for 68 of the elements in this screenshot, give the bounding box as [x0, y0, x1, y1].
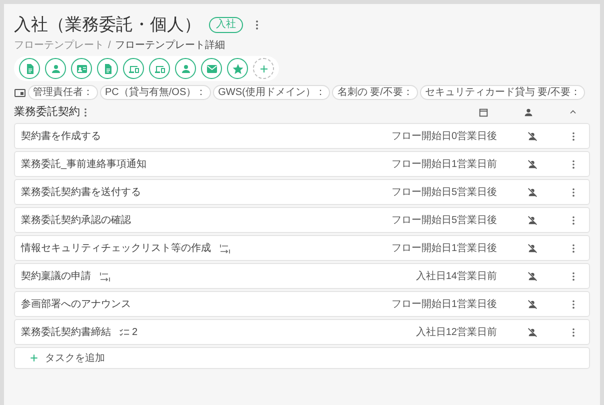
person-icon: [180, 62, 192, 74]
task-timing: フロー開始日5営業日後: [391, 186, 497, 200]
task-timing: 入社日12営業日前: [416, 326, 497, 340]
task-row[interactable]: 契約書を作成する フロー開始日0営業日後: [14, 123, 590, 149]
skip-icon: [99, 270, 111, 282]
task-row[interactable]: 参画部署へのアナウンス フロー開始日1営業日後: [14, 291, 590, 317]
task-title: 契約稟議の申請: [21, 270, 91, 284]
task-row[interactable]: 業務委託契約書を送付する フロー開始日5営業日後: [14, 179, 590, 205]
checklist-count: 2: [132, 326, 138, 340]
field-chip[interactable]: 管理責任者：: [28, 85, 98, 100]
no-assignee-icon: [527, 326, 538, 338]
task-timing: フロー開始日1営業日前: [391, 158, 497, 172]
no-assignee-icon: [527, 130, 538, 142]
task-title: 業務委託契約承認の確認: [21, 214, 131, 228]
mail-icon: [206, 62, 218, 74]
person-icon: [523, 106, 534, 118]
task-title: 情報セキュリティチェックリスト等の作成: [21, 242, 211, 256]
breadcrumb-separator: /: [108, 39, 111, 52]
task-title: 業務委託契約書締結: [21, 326, 111, 340]
field-chip[interactable]: 名刺の 要/不要：: [332, 85, 418, 100]
task-timing: フロー開始日1営業日後: [391, 242, 497, 256]
no-assignee-icon: [527, 158, 538, 170]
plus-icon: [258, 62, 270, 74]
star-icon: [232, 62, 244, 74]
task-row[interactable]: 情報セキュリティチェックリスト等の作成 フロー開始日1営業日後: [14, 235, 590, 261]
task-timing: フロー開始日5営業日後: [391, 214, 497, 228]
mail-button[interactable]: [201, 58, 222, 79]
section-title: 業務委託契約: [14, 104, 80, 120]
person-button[interactable]: [175, 58, 196, 79]
breadcrumb-current: フローテンプレート詳細: [114, 39, 225, 52]
devices-button[interactable]: [123, 58, 144, 79]
skip-icon: [219, 242, 231, 254]
no-assignee-icon: [527, 242, 538, 254]
no-assignee-icon: [527, 214, 538, 226]
task-title: 参画部署へのアナウンス: [21, 298, 131, 312]
task-timing: 入社日14営業日前: [416, 270, 497, 284]
task-title: 業務委託契約書を送付する: [21, 186, 141, 200]
task-timing: フロー開始日1営業日後: [391, 298, 497, 312]
field-chip[interactable]: セキュリティカード貸与 要/不要：: [420, 85, 586, 100]
no-assignee-icon: [527, 298, 538, 310]
document-button[interactable]: [97, 58, 118, 79]
document-button[interactable]: [19, 58, 40, 79]
no-assignee-icon: [527, 186, 538, 198]
task-row[interactable]: 業務委託契約承認の確認 フロー開始日5営業日後: [14, 207, 590, 233]
plus-icon: [29, 353, 39, 363]
add-task-row[interactable]: タスクを追加: [14, 347, 590, 369]
task-title: 業務委託_事前連絡事項通知: [21, 158, 147, 172]
task-timing: フロー開始日0営業日後: [391, 130, 497, 144]
id-card-icon: [76, 62, 88, 74]
task-row[interactable]: 業務委託_事前連絡事項通知 フロー開始日1営業日前: [14, 151, 590, 177]
task-row[interactable]: 業務委託契約書締結 2 入社日12営業日前: [14, 319, 590, 345]
id-card-button[interactable]: [71, 58, 92, 79]
no-assignee-icon: [527, 270, 538, 282]
add-task-label: タスクを追加: [45, 352, 105, 366]
person-icon: [50, 62, 62, 74]
field-chip[interactable]: PC（貸与有無/OS）：: [100, 85, 212, 100]
add-button[interactable]: [253, 58, 274, 79]
field-chip[interactable]: GWS(使用ドメイン）：: [213, 85, 330, 100]
task-title: 契約書を作成する: [21, 130, 101, 144]
task-row[interactable]: 契約稟議の申請 入社日14営業日前: [14, 263, 590, 289]
card-icon: [14, 86, 26, 98]
checklist-icon: [119, 326, 130, 338]
devices-button[interactable]: [149, 58, 170, 79]
person-button[interactable]: [45, 58, 66, 79]
calendar-icon: [478, 106, 489, 118]
page-title: 入社（業務委託・個人）: [14, 14, 201, 36]
category-badge: 入社: [209, 17, 243, 33]
star-button[interactable]: [227, 58, 248, 79]
